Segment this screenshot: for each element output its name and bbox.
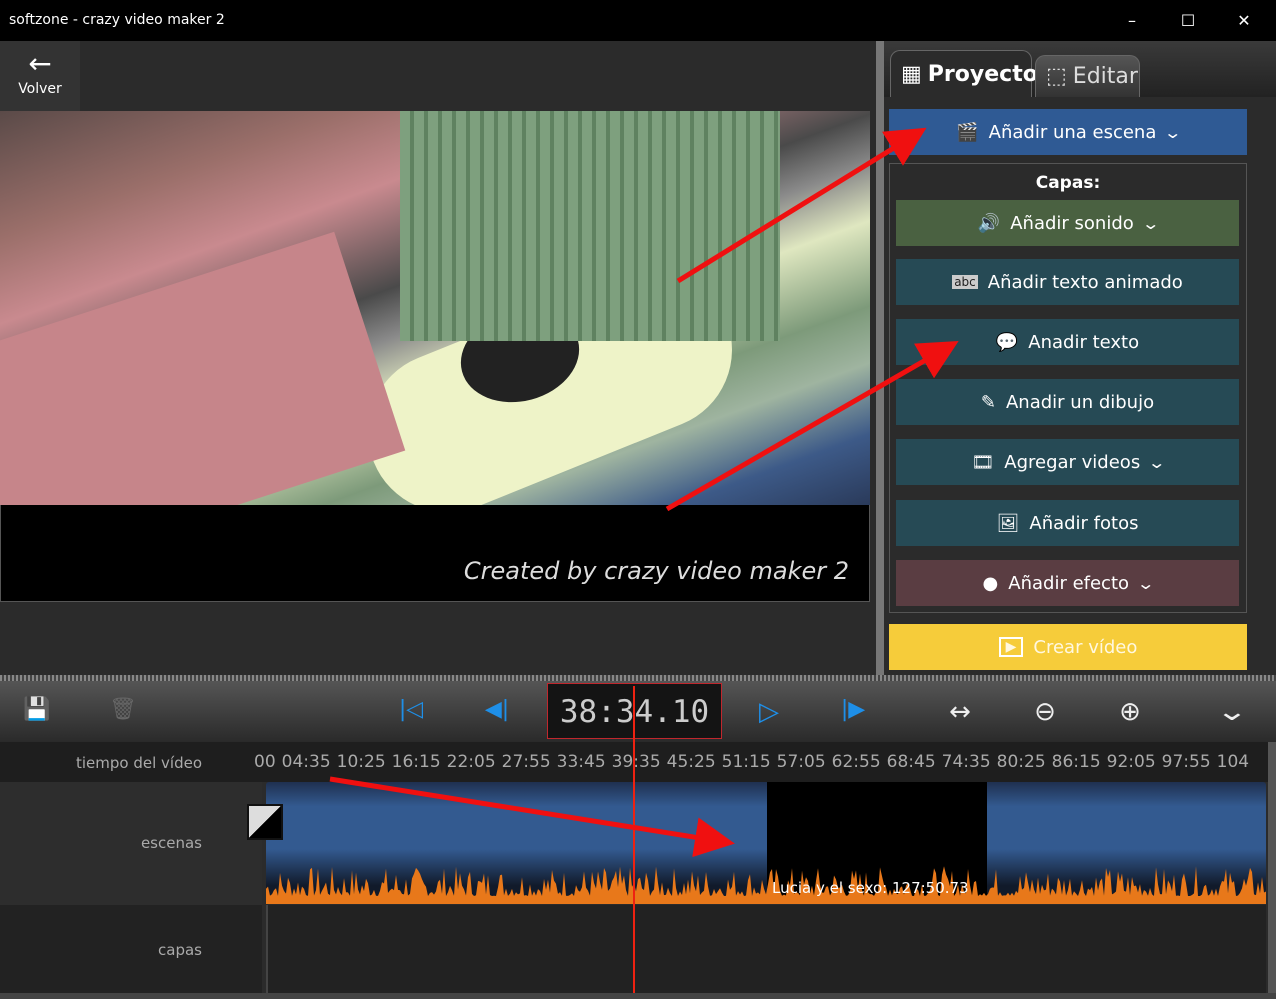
minimize-button[interactable]: – <box>1112 8 1152 34</box>
button-label: Añadir efecto <box>1008 572 1130 594</box>
scenes-row-label: escenas <box>0 782 262 905</box>
zoom-in-icon[interactable]: ⊕ <box>1110 697 1150 727</box>
chevron-down-icon[interactable]: ⌄ <box>1202 697 1262 727</box>
time-tick: 16:15 <box>391 752 441 772</box>
timeline-toolbar: 💾 🗑 |◁ ◀| 38:34.10 ▷ |▶ ↔ ⊖ ⊕ ⌄ <box>0 681 1276 742</box>
time-ticks: 00 04:35 10:25 16:15 22:05 27:55 33:45 39:35 45:… <box>254 752 1255 772</box>
time-tick: 00 <box>254 752 276 772</box>
button-label: Crear vídeo <box>1033 636 1138 658</box>
time-tick: 92:05 <box>1106 752 1156 772</box>
button-icon: 🖼 <box>996 512 1020 534</box>
zoom-out-icon[interactable]: ⊖ <box>1025 697 1065 727</box>
layers-track[interactable] <box>266 905 1266 993</box>
title-bar: softzone - crazy video maker 2 – ☐ ✕ <box>0 0 1276 41</box>
time-tick: 22:05 <box>446 752 496 772</box>
chevron-down-icon: ⌄ <box>1147 452 1167 472</box>
chevron-down-icon: ⌄ <box>1141 213 1160 233</box>
layer-button[interactable]: ● Añadir efecto ⌄ <box>896 560 1239 606</box>
button-icon: 🎞 <box>971 451 995 473</box>
trash-icon[interactable]: 🗑 <box>103 697 143 722</box>
time-tick: 33:45 <box>556 752 606 772</box>
button-label: Anadir un dibujo <box>1005 391 1155 413</box>
audio-waveform <box>266 866 1266 904</box>
layer-button[interactable]: 🎞 Agregar videos ⌄ <box>896 439 1239 485</box>
clapperboard-icon: 🎬 <box>956 121 979 143</box>
maximize-button[interactable]: ☐ <box>1168 8 1208 34</box>
add-scene-button[interactable]: 🎬 Añadir una escena ⌄ <box>889 109 1247 155</box>
button-label: Anadir texto <box>1028 331 1140 353</box>
tab-bar: ▦ Proyecto ⬚ Editar <box>884 41 1276 97</box>
clip-label: Lucia y el sexo: 127:50.73 <box>772 879 969 897</box>
tab-proyecto[interactable]: ▦ Proyecto <box>890 50 1038 97</box>
step-back-icon[interactable]: ◀| <box>477 697 517 722</box>
preview-footer: Created by crazy video maker 2 <box>0 505 870 602</box>
button-label: Añadir texto animado <box>987 271 1183 293</box>
button-icon: ✎ <box>980 391 996 413</box>
layers-title: Capas: <box>1035 173 1101 193</box>
fit-width-icon[interactable]: ↔ <box>940 697 980 727</box>
button-icon: abc <box>952 275 978 289</box>
vertical-scrollbar[interactable] <box>1268 742 1276 993</box>
time-tick: 80:25 <box>996 752 1046 772</box>
button-icon: 🔊 <box>977 212 1001 234</box>
create-video-button[interactable]: ▶ Crear vídeo <box>889 624 1247 670</box>
layer-button[interactable]: ✎ Anadir un dibujo <box>896 379 1239 425</box>
time-tick: 74:35 <box>941 752 991 772</box>
step-forward-icon[interactable]: |▶ <box>833 697 873 722</box>
button-label: Añadir una escena <box>988 121 1157 143</box>
video-preview <box>0 111 870 505</box>
close-button[interactable]: ✕ <box>1224 8 1264 34</box>
play-icon[interactable]: ▷ <box>749 697 789 727</box>
time-tick: 104 <box>1216 752 1250 772</box>
button-label: Añadir sonido <box>1010 212 1134 234</box>
arrow-left-icon: ← <box>28 47 52 80</box>
window-title: softzone - crazy video maker 2 <box>9 12 225 28</box>
time-tick: 62:55 <box>831 752 881 772</box>
layer-button[interactable]: 🖼 Añadir fotos <box>896 500 1239 546</box>
tab-label: Editar <box>1072 64 1138 89</box>
time-tick: 45:25 <box>666 752 716 772</box>
transition-icon[interactable] <box>247 804 283 840</box>
time-tick: 04:35 <box>281 752 331 772</box>
chevron-down-icon: ⌄ <box>1163 122 1183 142</box>
film-icon: ▦ <box>901 61 922 87</box>
button-icon: ● <box>982 572 999 594</box>
save-icon[interactable]: 💾 <box>17 697 57 722</box>
watermark-caption: Created by crazy video maker 2 <box>463 557 849 585</box>
time-tick: 68:45 <box>886 752 936 772</box>
video-file-icon: ▶ <box>998 637 1024 657</box>
time-tick: 57:05 <box>776 752 826 772</box>
time-tick: 86:15 <box>1051 752 1101 772</box>
layers-row-label: capas <box>0 905 262 993</box>
time-tick: 10:25 <box>336 752 386 772</box>
layer-button[interactable]: abc Añadir texto animado <box>896 259 1239 305</box>
button-label: Agregar videos <box>1004 451 1141 473</box>
button-icon: 💬 <box>995 331 1019 353</box>
time-tick: 39:35 <box>611 752 661 772</box>
tab-label: Proyecto <box>927 61 1038 87</box>
playhead[interactable] <box>633 686 635 993</box>
panel-splitter[interactable] <box>876 41 884 676</box>
brick-icon: ⬚ <box>1046 64 1067 89</box>
time-tick: 27:55 <box>501 752 551 772</box>
back-button[interactable]: ← Volver <box>0 41 80 111</box>
horizontal-scrollbar[interactable] <box>0 993 1276 999</box>
time-tick: 51:15 <box>721 752 771 772</box>
time-tick: 97:55 <box>1161 752 1211 772</box>
button-label: Añadir fotos <box>1029 512 1139 534</box>
back-label: Volver <box>18 81 62 97</box>
skip-to-start-icon[interactable]: |◁ <box>391 697 431 722</box>
layer-button[interactable]: 🔊 Añadir sonido ⌄ <box>896 200 1239 246</box>
layer-button[interactable]: 💬 Anadir texto <box>896 319 1239 365</box>
tab-editar[interactable]: ⬚ Editar <box>1035 55 1140 97</box>
chevron-down-icon: ⌄ <box>1136 573 1156 593</box>
time-row-label: tiempo del vídeo <box>0 742 262 782</box>
